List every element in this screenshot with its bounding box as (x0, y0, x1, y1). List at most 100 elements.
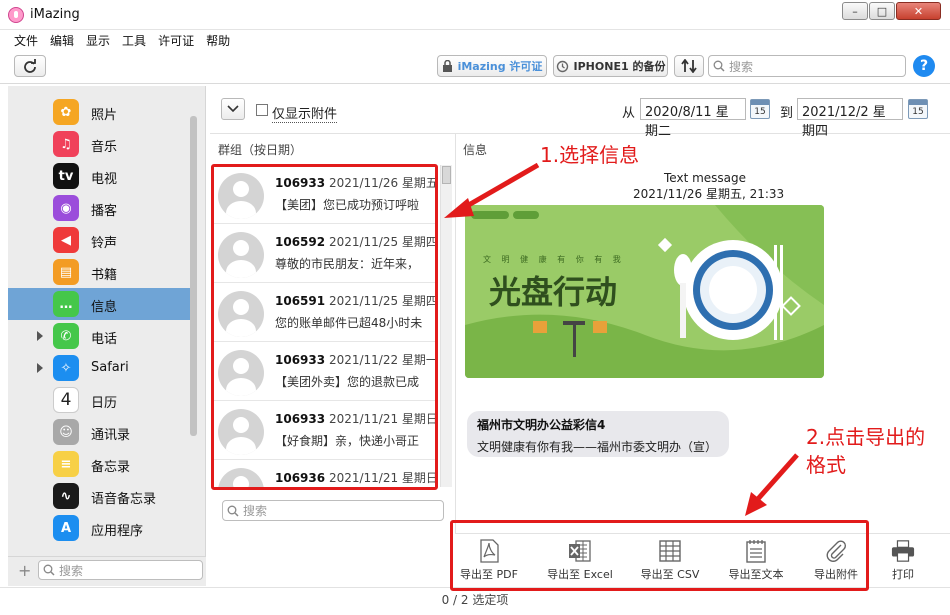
toolbar-search-input[interactable]: 搜索 (708, 55, 906, 77)
from-date-field[interactable]: 2020/8/11 星期二 (640, 98, 746, 139)
menu-edit[interactable]: 编辑 (44, 30, 80, 50)
sidebar-item[interactable]: 4 日历 (8, 384, 190, 416)
sidebar-item-label: 应用程序 (91, 524, 144, 539)
sidebar-item-label: 通讯录 (91, 428, 131, 443)
sidebar-item[interactable]: ∿ 语音备忘录 (8, 480, 190, 512)
sidebar-item-label: 音乐 (91, 140, 118, 155)
sidebar-search-input[interactable]: 搜索 (38, 560, 203, 580)
books-icon: ▤ (53, 259, 79, 285)
print-button[interactable]: 打印 (863, 538, 943, 586)
toolbar-search-placeholder: 搜索 (729, 59, 754, 74)
sidebar-item-label: 书籍 (91, 268, 118, 283)
poster-graphic: 文 明 健 康 有 你 有 我 光盘行动 (465, 205, 824, 378)
message-bubble[interactable]: 福州市文明办公益彩信4 文明健康有你有我——福州市委文明办（宣） (467, 411, 729, 457)
add-icon[interactable]: + (18, 561, 31, 580)
sidebar-item[interactable]: ◉ 播客 (8, 192, 190, 224)
sidebar-item[interactable]: ✆ 电话 (8, 320, 190, 352)
to-label: 到 (780, 106, 794, 121)
close-button[interactable]: ✕ (896, 2, 941, 20)
print-label: 打印 (892, 568, 914, 581)
sidebar-item[interactable]: ☺ 通讯录 (8, 416, 190, 448)
only-attachments-label: 仅显示附件 (272, 103, 338, 123)
music-icon: ♫ (53, 131, 79, 157)
sidebar-item[interactable]: ✿ 照片 (8, 96, 190, 128)
up-down-arrows-icon (681, 59, 697, 73)
sidebar-search-placeholder: 搜索 (59, 563, 84, 578)
expand-arrow-icon[interactable] (37, 331, 43, 341)
notes-icon: ≡ (53, 451, 79, 477)
tv-icon: tv (53, 163, 79, 189)
sidebar-item-label: Safari (91, 360, 129, 375)
ringtone-icon: ◀ (53, 227, 79, 253)
search-icon (227, 505, 239, 517)
search-icon (713, 60, 725, 72)
calendar-icon[interactable]: 15 (750, 99, 770, 119)
podcasts-icon: ◉ (53, 195, 79, 221)
conversation-search-input[interactable]: 搜索 (222, 500, 444, 521)
sidebar-item-label: 电视 (91, 172, 118, 187)
menu-help[interactable]: 帮助 (200, 30, 236, 50)
annotation-step1: 1.选择信息 (540, 143, 640, 167)
chevron-down-icon (227, 105, 239, 113)
sidebar-item[interactable]: … 信息 (8, 288, 190, 320)
refresh-icon (24, 59, 36, 73)
conversation-search-placeholder: 搜索 (243, 504, 268, 518)
message-timestamp: 2021/11/26 星期五, 21:33 (633, 187, 785, 201)
menu-tools[interactable]: 工具 (116, 30, 152, 50)
poster-top-row: 文 明 健 康 有 你 有 我 (483, 254, 625, 264)
history-icon (556, 60, 568, 72)
window-title: iMazing (30, 7, 80, 22)
menu-view[interactable]: 显示 (80, 30, 116, 50)
menu-bar: 文件 编辑 显示 工具 许可证 帮助 (0, 30, 950, 50)
poster-headline: 光盘行动 (489, 273, 617, 311)
from-label: 从 (622, 106, 636, 121)
only-attachments-checkbox[interactable] (256, 104, 268, 116)
app-store-icon: A (53, 515, 79, 541)
messages-icon: … (53, 291, 79, 317)
app-logo-icon (8, 7, 24, 23)
collapse-button[interactable] (221, 98, 245, 120)
voice-memos-icon: ∿ (53, 483, 79, 509)
menu-file[interactable]: 文件 (8, 30, 44, 50)
sidebar-item[interactable]: ◀ 铃声 (8, 224, 190, 256)
message-image[interactable]: 文 明 健 康 有 你 有 我 光盘行动 (465, 205, 824, 378)
sidebar-item[interactable]: ≡ 备忘录 (8, 448, 190, 480)
menu-license[interactable]: 许可证 (152, 30, 200, 50)
calendar-day: 15 (754, 107, 766, 117)
sidebar-item[interactable]: ▤ 书籍 (8, 256, 190, 288)
sidebar-item-label: 铃声 (91, 236, 118, 251)
phone-icon: ✆ (53, 323, 79, 349)
minimize-button[interactable]: – (842, 2, 868, 20)
sidebar-scrollbar[interactable] (190, 116, 197, 436)
sidebar-item[interactable]: ✧ Safari (8, 352, 190, 384)
sidebar-item-label: 电话 (91, 332, 118, 347)
maximize-button[interactable]: □ (869, 2, 895, 20)
lock-icon (442, 59, 452, 72)
sidebar-item[interactable]: A 应用程序 (8, 512, 190, 544)
backup-button[interactable]: IPHONE1 的备份 (553, 55, 668, 77)
annotation-step2-line1: 2.点击导出的 (806, 425, 926, 449)
sidebar-item-label: 信息 (91, 300, 118, 315)
safari-icon: ✧ (53, 355, 79, 381)
sidebar-item[interactable]: tv 电视 (8, 160, 190, 192)
license-button[interactable]: iMazing 许可证 (437, 55, 547, 77)
sidebar-item-label: 备忘录 (91, 460, 131, 475)
expand-arrow-icon[interactable] (37, 363, 43, 373)
annotation-box-conversations (211, 164, 438, 490)
annotation-box-export (450, 520, 869, 591)
sidebar-item-label: 播客 (91, 204, 118, 219)
calendar-icon[interactable]: 15 (908, 99, 928, 119)
backup-label: IPHONE1 的备份 (573, 60, 666, 73)
selection-status: 0 / 2 选定项 (0, 587, 950, 615)
title-bar (0, 0, 950, 30)
calendar-icon: 4 (53, 387, 79, 413)
help-button[interactable]: ? (913, 55, 935, 77)
to-date-field[interactable]: 2021/12/2 星期四 (797, 98, 903, 139)
message-type: Text message (664, 171, 747, 185)
message-bubble-title: 福州市文明办公益彩信4 (477, 418, 606, 432)
sidebar: ✿ 照片 ♫ 音乐 tv 电视 ◉ 播客 ◀ 铃声 ▤ 书籍 … 信息 ✆ 电话 ✧ Safari 4 日历 ☺ 通讯录 ≡… (8, 86, 206, 556)
sidebar-item[interactable]: ♫ 音乐 (8, 128, 190, 160)
sidebar-item-label: 日历 (91, 396, 118, 411)
refresh-button[interactable] (14, 55, 46, 77)
transfer-button[interactable] (674, 55, 704, 77)
